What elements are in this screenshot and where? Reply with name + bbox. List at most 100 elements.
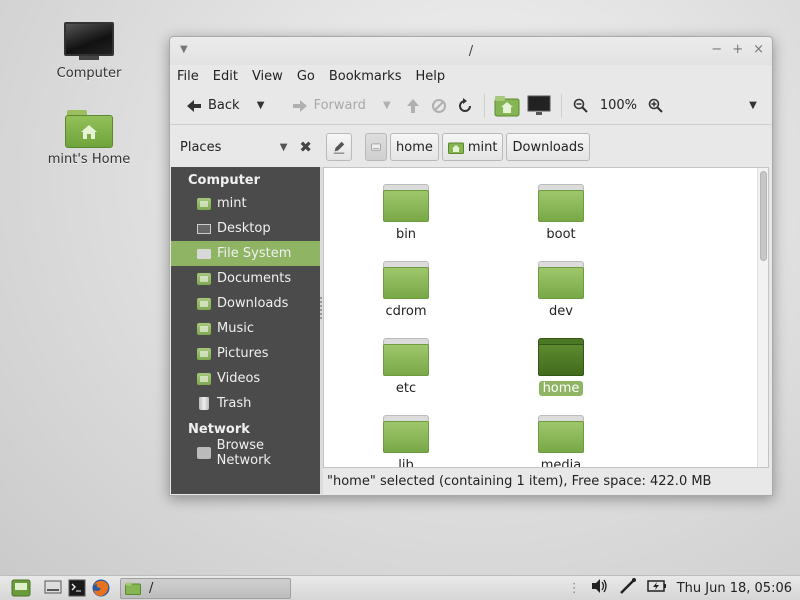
stop-button[interactable] <box>428 95 450 117</box>
window-menu-icon[interactable]: ▼ <box>180 44 188 55</box>
arrow-right-icon <box>292 99 307 112</box>
folder-item-home[interactable]: home <box>511 338 611 396</box>
folder-item-cdrom[interactable]: cdrom <box>356 261 456 319</box>
trash-icon <box>199 397 209 410</box>
drive-icon <box>197 248 211 259</box>
maximize-button[interactable]: + <box>732 42 743 57</box>
zoom-level[interactable]: 100% <box>596 98 641 113</box>
toggle-location-entry-button[interactable] <box>326 133 352 161</box>
computer-button[interactable] <box>525 95 553 117</box>
sidebar-item-label: Documents <box>217 271 292 286</box>
menu-go[interactable]: Go <box>297 69 315 84</box>
folder-icon <box>383 338 429 376</box>
folder-icon <box>538 338 584 376</box>
status-text: "home" selected (containing 1 item), Fre… <box>327 474 712 489</box>
sidebar-item-trash[interactable]: Trash <box>171 391 320 416</box>
volume-icon[interactable] <box>591 578 609 598</box>
sidebar-item-downloads[interactable]: Downloads <box>171 291 320 316</box>
minimize-button[interactable]: − <box>711 42 722 57</box>
tray-separator: ⋮ <box>567 580 581 596</box>
forward-button[interactable]: Forward <box>286 94 372 117</box>
folder-item-bin[interactable]: bin <box>356 184 456 242</box>
folder-name: lib <box>398 458 414 468</box>
zoom-out-button[interactable] <box>570 95 592 117</box>
show-desktop-launcher[interactable] <box>42 578 64 598</box>
folder-name: media <box>540 458 582 468</box>
folder-name: cdrom <box>385 304 427 319</box>
scrollbar-thumb[interactable] <box>760 171 767 261</box>
forward-history-dropdown[interactable]: ▼ <box>376 95 398 117</box>
desktop-home-icon[interactable]: mint's Home <box>34 110 144 167</box>
sidebar-item-pictures[interactable]: Pictures <box>171 341 320 366</box>
view-options-dropdown[interactable]: ▼ <box>742 95 764 117</box>
zoom-in-button[interactable] <box>645 95 667 117</box>
sidebar-item-music[interactable]: Music <box>171 316 320 341</box>
back-history-dropdown[interactable]: ▼ <box>250 95 272 117</box>
sidebar-item-browse-network[interactable]: Browse Network <box>171 438 320 468</box>
crumb-downloads[interactable]: Downloads <box>506 133 590 161</box>
menu-file[interactable]: File <box>177 69 199 84</box>
menu-button[interactable] <box>10 578 32 598</box>
folder-icon <box>383 184 429 222</box>
folder-icon <box>538 261 584 299</box>
firefox-launcher[interactable] <box>90 578 112 598</box>
drive-icon <box>371 143 381 151</box>
folder-item-lib[interactable]: lib <box>356 415 456 468</box>
folder-item-dev[interactable]: dev <box>511 261 611 319</box>
reload-button[interactable] <box>454 95 476 117</box>
title-bar[interactable]: ▼ / − + × <box>170 37 772 65</box>
desktop-computer-label: Computer <box>56 66 122 81</box>
taskbar-window-button[interactable]: / <box>120 577 291 599</box>
back-label: Back <box>208 98 240 113</box>
sidebar-item-videos[interactable]: Videos <box>171 366 320 391</box>
terminal-launcher[interactable] <box>66 578 88 598</box>
folder-item-etc[interactable]: etc <box>356 338 456 396</box>
crumb-filesystem[interactable] <box>365 133 387 161</box>
pictures-folder-icon <box>197 347 211 360</box>
sidebar-item-documents[interactable]: Documents <box>171 266 320 291</box>
crumb-home-label: home <box>396 139 433 155</box>
menu-bar: File Edit View Go Bookmarks Help <box>170 65 772 87</box>
home-folder-icon <box>65 110 113 148</box>
breadcrumb: home mint Downloads <box>326 133 590 161</box>
crumb-mint[interactable]: mint <box>441 133 504 161</box>
desktop-computer-icon[interactable]: Computer <box>34 22 144 81</box>
icon-view[interactable]: bin boot cdrom dev etc home lib media <box>323 167 769 468</box>
location-row: Places ▼ ✖ home mint Downloads <box>170 127 772 167</box>
sidebar-item-file-system[interactable]: File System <box>171 241 320 266</box>
arrow-up-icon <box>406 98 419 113</box>
menu-view[interactable]: View <box>252 69 283 84</box>
menu-help[interactable]: Help <box>415 69 445 84</box>
toolbar: Back ▼ Forward ▼ 100% ▼ <box>170 87 772 125</box>
folder-name: etc <box>395 381 417 396</box>
reload-icon <box>458 97 471 112</box>
home-button[interactable] <box>493 95 521 117</box>
firefox-icon <box>92 579 110 597</box>
menu-edit[interactable]: Edit <box>213 69 238 84</box>
sidebar-item-mint[interactable]: mint <box>171 191 320 216</box>
folder-item-boot[interactable]: boot <box>511 184 611 242</box>
menu-bookmarks[interactable]: Bookmarks <box>329 69 402 84</box>
documents-folder-icon <box>197 272 211 285</box>
folder-item-media[interactable]: media <box>511 415 611 468</box>
network-status-icon[interactable] <box>619 577 637 599</box>
computer-icon <box>527 95 551 115</box>
places-selector[interactable]: Places ▼ ✖ <box>170 138 316 156</box>
sidebar-item-label: File System <box>217 246 292 261</box>
battery-icon[interactable] <box>646 579 667 597</box>
home-folder-icon <box>197 197 211 210</box>
folder-icon <box>383 415 429 453</box>
clock[interactable]: Thu Jun 18, 05:06 <box>677 581 792 596</box>
up-button[interactable] <box>402 95 424 117</box>
sidebar-item-label: Downloads <box>217 296 289 311</box>
stop-icon <box>431 98 446 113</box>
close-button[interactable]: × <box>753 42 764 57</box>
vertical-scrollbar[interactable] <box>757 168 768 467</box>
folder-icon <box>538 184 584 222</box>
crumb-home[interactable]: home <box>390 133 439 161</box>
sidebar-item-desktop[interactable]: Desktop <box>171 216 320 241</box>
chevron-down-icon[interactable]: ▼ <box>280 142 288 153</box>
folder-name: dev <box>549 304 573 319</box>
close-sidebar-icon[interactable]: ✖ <box>299 138 312 156</box>
back-button[interactable]: Back <box>180 94 246 117</box>
